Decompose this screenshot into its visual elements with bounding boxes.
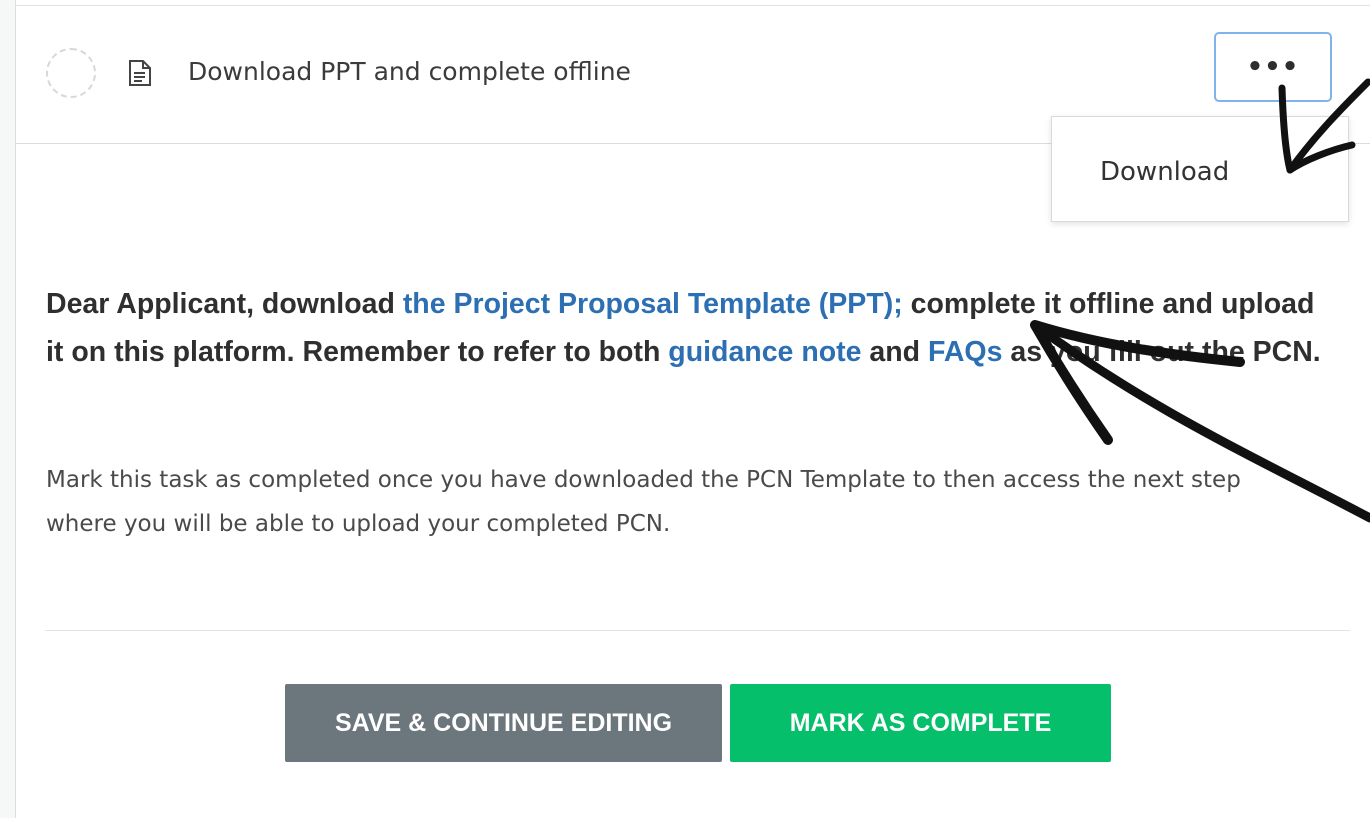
task-title: Download PPT and complete offline [188, 57, 631, 86]
mark-complete-button[interactable]: MARK AS COMPLETE [730, 684, 1111, 762]
circle-dashed-icon[interactable] [46, 48, 96, 98]
more-options-button[interactable]: ••• [1214, 32, 1332, 102]
intro-text-1: Dear Applicant, download [46, 288, 403, 320]
document-icon [129, 60, 151, 86]
instructions-text: Dear Applicant, download the Project Pro… [46, 280, 1336, 376]
faqs-link[interactable]: FAQs [928, 336, 1002, 368]
options-dropdown-menu: Download [1051, 116, 1349, 222]
guidance-note-link[interactable]: guidance note [668, 336, 861, 368]
completion-note: Mark this task as completed once you hav… [46, 467, 1241, 537]
ellipsis-icon: ••• [1246, 52, 1300, 82]
download-menu-item[interactable]: Download [1100, 157, 1229, 187]
left-panel-edge [0, 0, 16, 818]
ppt-template-link[interactable]: the Project Proposal Template (PPT); [403, 288, 903, 320]
divider [45, 630, 1350, 631]
intro-text-4: as you fill out the PCN. [1002, 336, 1321, 368]
save-continue-button[interactable]: SAVE & CONTINUE EDITING [285, 684, 722, 762]
intro-text-3: and [861, 336, 928, 368]
